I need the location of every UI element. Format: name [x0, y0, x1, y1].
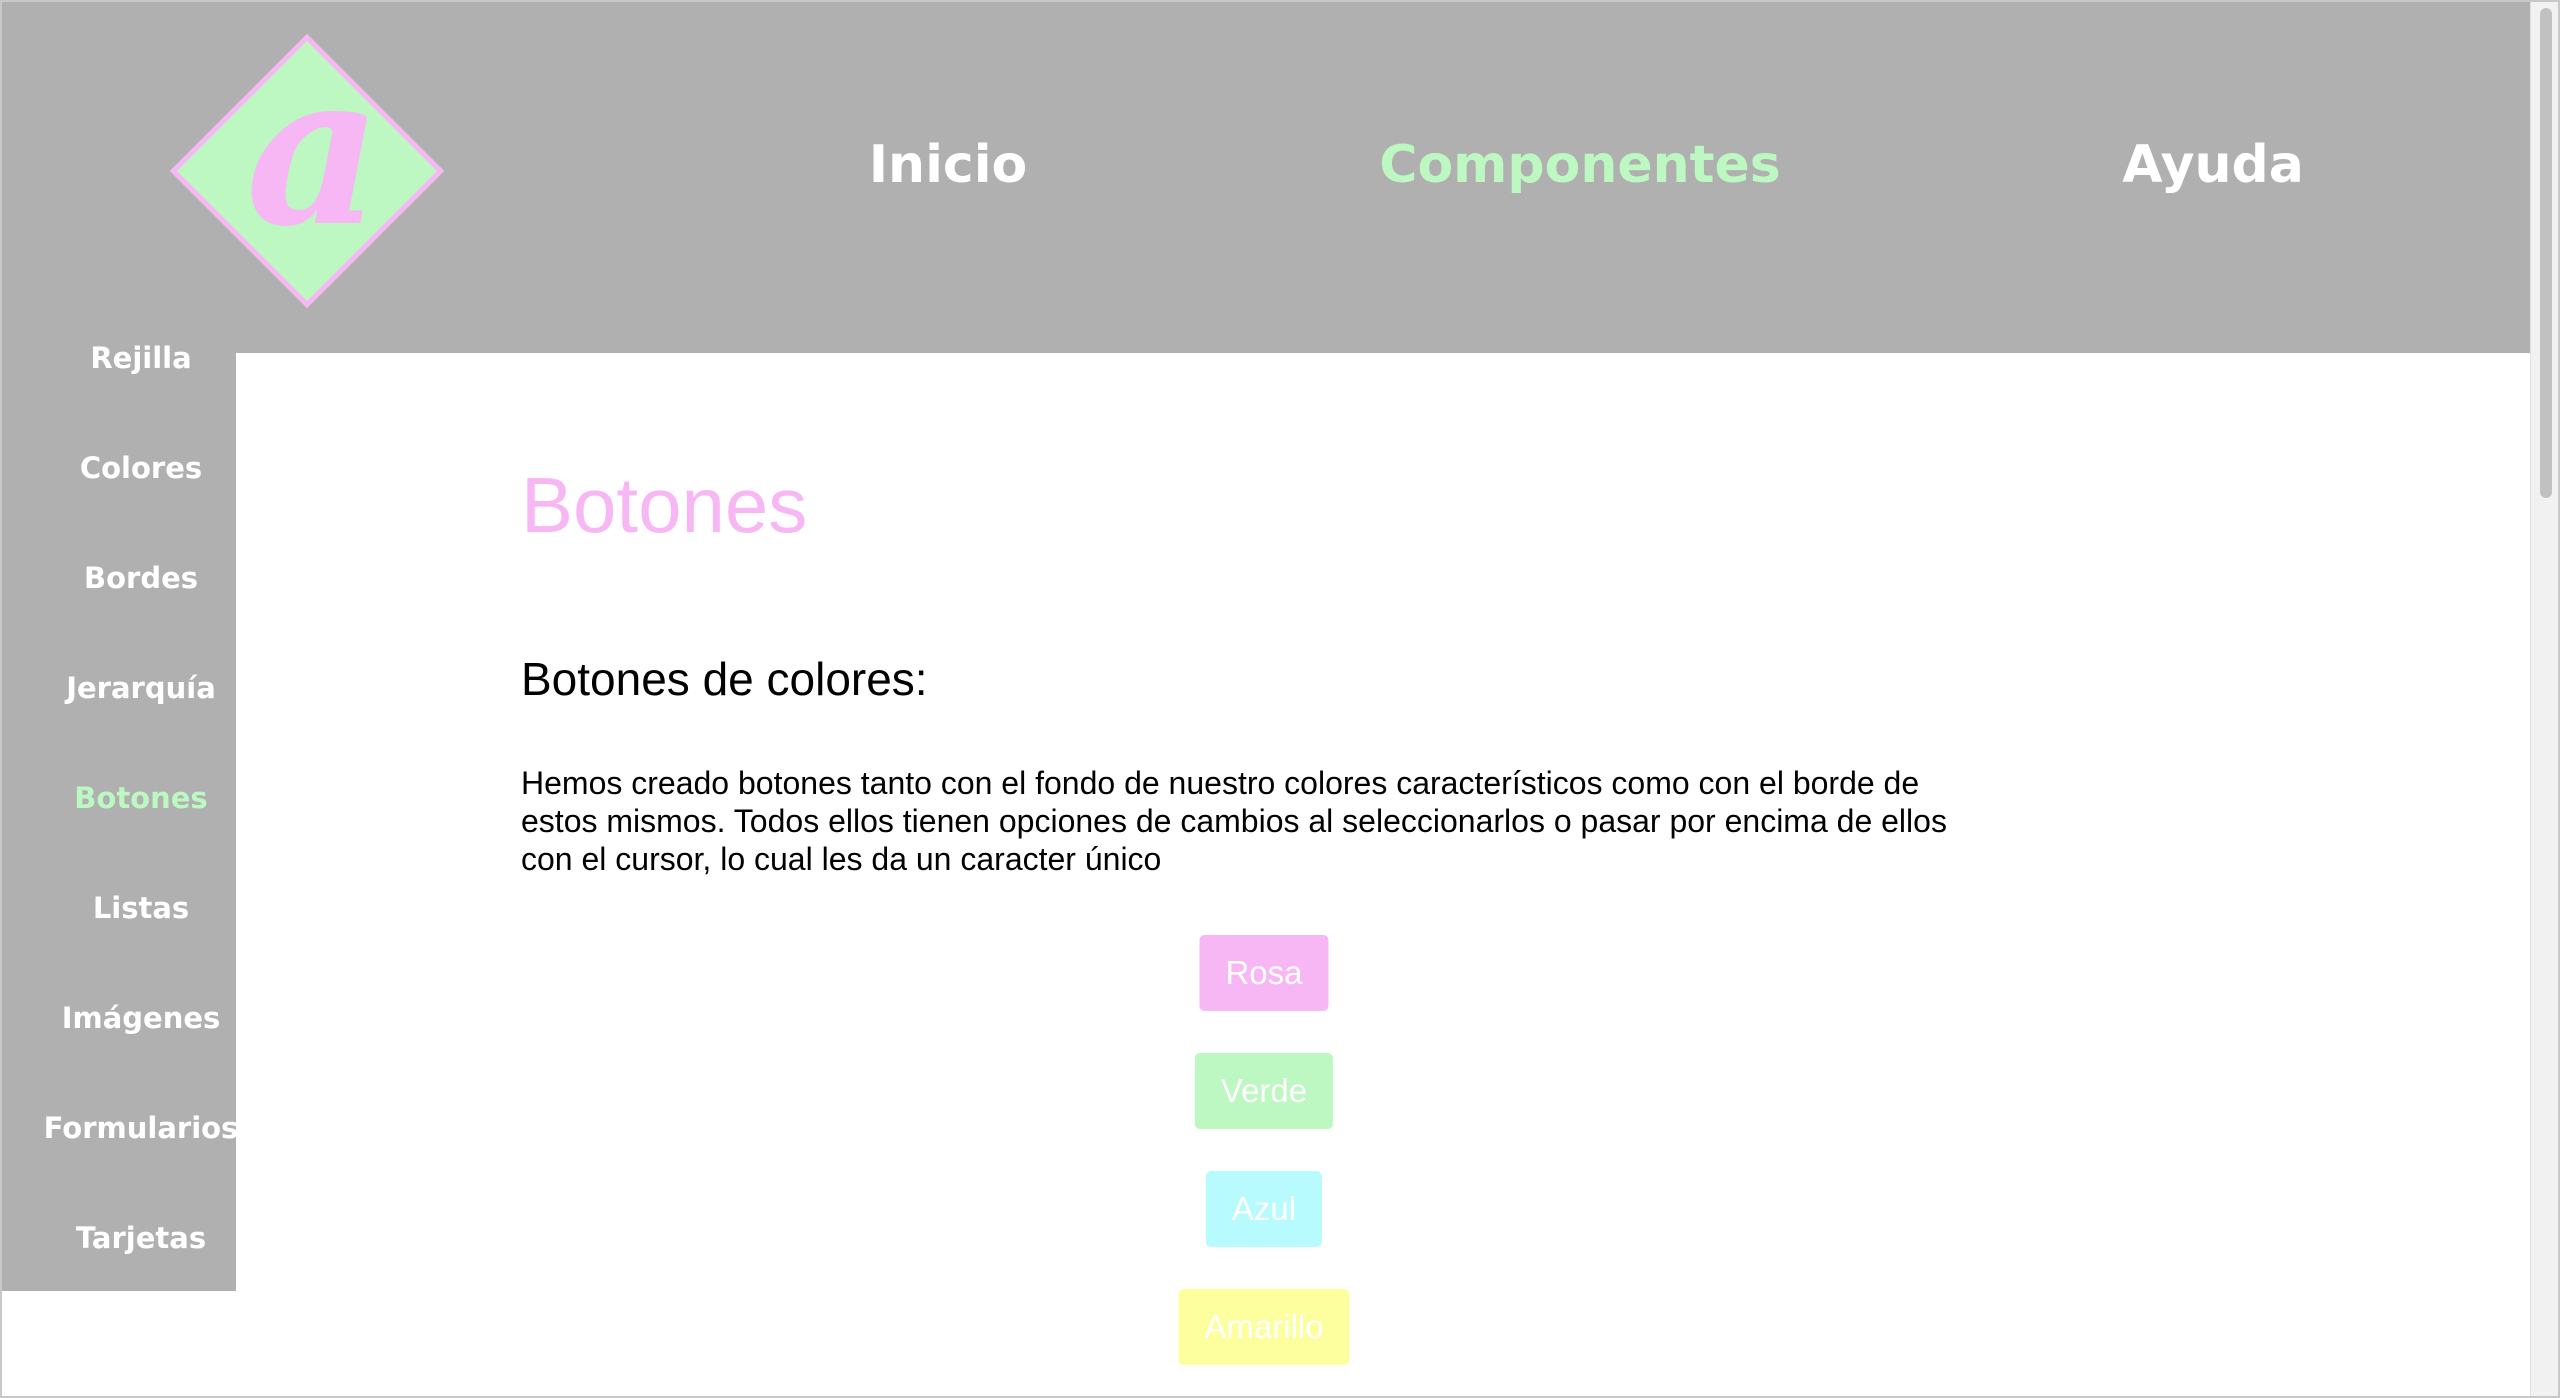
- nav-link-componentes[interactable]: Componentes: [1379, 130, 1780, 200]
- sidebar-item-rejilla[interactable]: Rejilla: [0, 336, 282, 380]
- sidebar-item-botones[interactable]: Botones: [0, 776, 282, 820]
- button-azul[interactable]: Azul: [1205, 1171, 1323, 1247]
- sidebar-item-imagenes[interactable]: Imágenes: [0, 996, 282, 1040]
- nav-link-inicio[interactable]: Inicio: [869, 130, 1028, 200]
- button-rosa[interactable]: Rosa: [1199, 935, 1329, 1011]
- sidebar-item-colores[interactable]: Colores: [0, 446, 282, 490]
- page-title: Botones: [521, 461, 808, 549]
- section-heading: Botones de colores:: [521, 653, 928, 705]
- section-description: Hemos creado botones tanto con el fondo …: [521, 765, 1947, 877]
- sidebar: [0, 353, 236, 1291]
- nav-link-ayuda[interactable]: Ayuda: [2122, 130, 2304, 200]
- scrollbar-thumb[interactable]: [2540, 8, 2552, 498]
- sidebar-item-listas[interactable]: Listas: [0, 886, 282, 930]
- button-amarillo[interactable]: Amarillo: [1178, 1289, 1350, 1365]
- sidebar-item-jerarquia[interactable]: Jerarquía: [0, 666, 282, 710]
- vertical-scrollbar[interactable]: [2530, 0, 2560, 1398]
- logo-letter[interactable]: a: [214, 40, 414, 260]
- sidebar-item-formularios[interactable]: Formularios: [0, 1106, 282, 1150]
- sidebar-item-tarjetas[interactable]: Tarjetas: [0, 1216, 282, 1260]
- button-verde[interactable]: Verde: [1194, 1053, 1334, 1129]
- sidebar-item-bordes[interactable]: Bordes: [0, 556, 282, 600]
